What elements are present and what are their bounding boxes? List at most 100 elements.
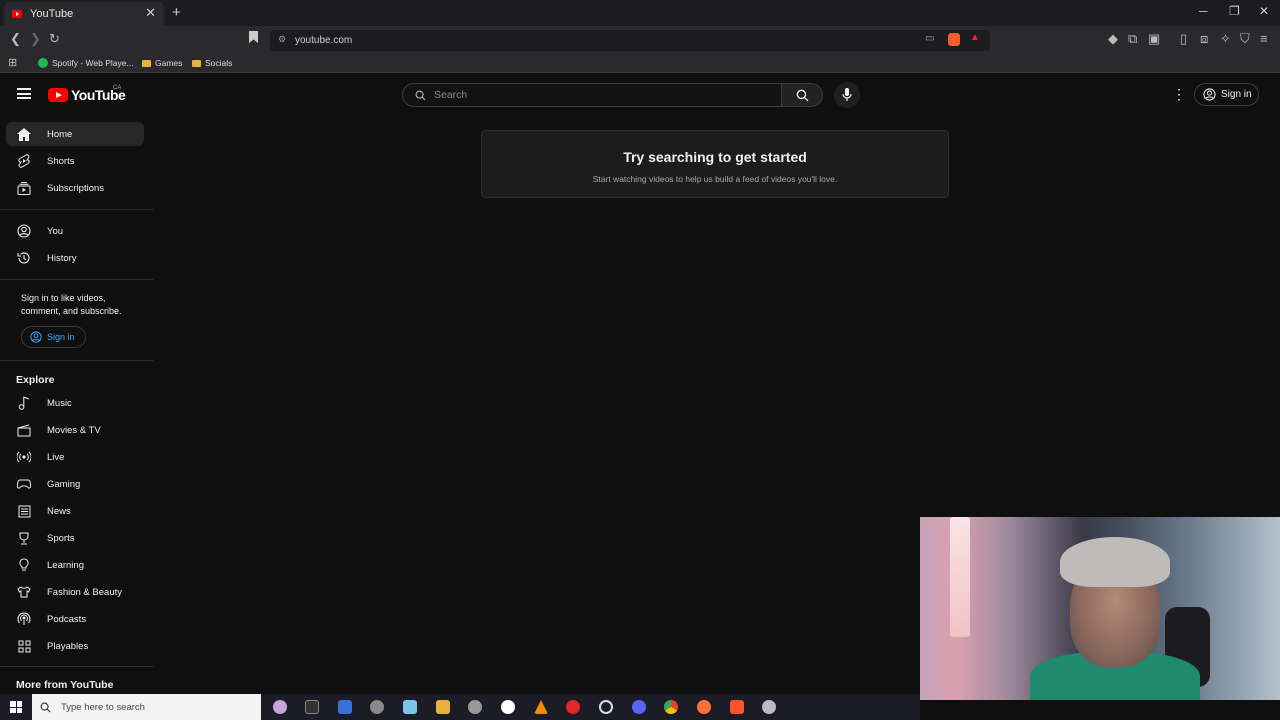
back-icon[interactable]: ❮ [10, 31, 21, 47]
youtube-header: YouTube CA ⋮ Sign in [0, 73, 1280, 117]
terminal-icon[interactable] [305, 700, 319, 714]
vlc-icon[interactable] [534, 700, 548, 714]
sidebar-item-live[interactable]: Live [6, 445, 144, 469]
user-icon [17, 224, 31, 238]
voice-search-button[interactable] [834, 82, 860, 108]
music-icon [17, 396, 31, 410]
search-button[interactable] [781, 83, 823, 107]
sign-in-prompt: Sign in to like videos, comment, and sub… [21, 293, 122, 316]
account-icon [1203, 88, 1216, 101]
url-text: youtube.com [295, 35, 353, 46]
minimize-icon[interactable]: ─ [1199, 4, 1208, 18]
sidebar: Home Shorts Subscriptions You History Si… [0, 117, 153, 700]
history-icon [17, 251, 31, 265]
chrome-icon[interactable] [664, 700, 678, 714]
taskbar-app-icon[interactable] [370, 700, 384, 714]
taskbar-app-icon[interactable] [566, 700, 580, 714]
wallet-icon[interactable]: ▣ [1148, 31, 1160, 47]
sidebar-item-shorts[interactable]: Shorts [6, 149, 144, 173]
search-input[interactable] [434, 89, 754, 101]
browser-tab[interactable]: YouTube ✕ [4, 2, 164, 26]
vpn-icon[interactable]: ⛉ [1240, 31, 1250, 47]
webcam-lamp [950, 517, 970, 637]
sidebar-toggle-icon[interactable]: ▯ [1180, 31, 1187, 47]
taskbar-app-icon[interactable] [403, 700, 417, 714]
sidebar-item-sports[interactable]: Sports [6, 526, 144, 550]
discord-icon[interactable] [632, 700, 646, 714]
obs-icon[interactable] [599, 700, 613, 714]
learning-icon [17, 558, 31, 572]
close-tab-icon[interactable]: ✕ [145, 5, 156, 21]
sidebar-item-news[interactable]: News [6, 499, 144, 523]
apps-grid-icon[interactable]: ⊞ [8, 56, 17, 69]
sign-in-button[interactable]: Sign in [1194, 83, 1259, 106]
taskbar-app-icon[interactable] [501, 700, 515, 714]
brave-icon[interactable] [730, 700, 744, 714]
taskbar-app-icon[interactable] [762, 700, 776, 714]
news-icon [17, 504, 31, 518]
close-window-icon[interactable]: ✕ [1259, 4, 1269, 18]
hamburger-menu-icon[interactable] [17, 88, 31, 99]
sidebar-item-playables[interactable]: Playables [6, 634, 144, 658]
settings-more-icon[interactable]: ⋮ [1172, 87, 1186, 101]
bookmark-socials[interactable]: Socials [192, 58, 232, 68]
sidebar-divider [0, 360, 153, 361]
sidebar-sign-in-button[interactable]: Sign in [21, 326, 86, 348]
shorts-icon [17, 154, 31, 168]
explore-heading: Explore [16, 374, 55, 386]
windows-start-icon[interactable] [10, 701, 22, 713]
cast-icon[interactable]: ▭ [925, 33, 934, 44]
spotify-icon [38, 58, 48, 68]
firefox-icon[interactable] [697, 700, 711, 714]
bookmark-icon[interactable] [249, 31, 258, 46]
bookmark-games[interactable]: Games [142, 58, 182, 68]
taskbar-search-box[interactable]: Type here to search [32, 694, 261, 720]
calculator-icon[interactable] [338, 700, 352, 714]
search-box[interactable] [402, 83, 782, 107]
webcam-person-hair [1060, 537, 1170, 587]
taskbar-app-icon[interactable] [273, 700, 287, 714]
youtube-play-icon [48, 88, 68, 102]
browser-tab-bar: YouTube ✕ + ─ ❐ ✕ [0, 0, 1280, 26]
site-info-icon[interactable]: ⚙ [278, 34, 286, 45]
browser-menu-icon[interactable]: ≡ [1260, 31, 1268, 46]
sidebar-item-podcasts[interactable]: Podcasts [6, 607, 144, 631]
microphone-icon [842, 88, 852, 101]
empty-feed-card: Try searching to get started Start watch… [481, 130, 949, 198]
sidebar-item-music[interactable]: Music [6, 391, 144, 415]
address-bar[interactable]: ⚙ youtube.com ▭ ▲ [270, 30, 990, 51]
search-icon [796, 89, 809, 102]
sidebar-item-history[interactable]: History [6, 246, 144, 270]
extension-diamond-icon[interactable]: ◆ [1108, 31, 1118, 47]
browser-toolbar: ❮ ❯ ↻ ⚙ youtube.com ▭ ▲ ◆ ⧉ ▣ ▯ ⧈ ✧ ⛉ ≡ [0, 26, 1280, 54]
bookmark-spotify[interactable]: Spotify - Web Playe... [38, 58, 134, 68]
brave-shields-icon[interactable] [948, 33, 960, 46]
sidebar-item-you[interactable]: You [6, 219, 144, 243]
sidebar-item-learning[interactable]: Learning [6, 553, 144, 577]
extensions-icon[interactable]: ⧉ [1128, 31, 1137, 47]
home-icon [17, 127, 31, 141]
fashion-icon [17, 585, 31, 599]
tabs-icon[interactable]: ⧈ [1200, 31, 1208, 47]
sidebar-item-gaming[interactable]: Gaming [6, 472, 144, 496]
sidebar-divider [0, 209, 153, 210]
leo-ai-icon[interactable]: ✧ [1220, 31, 1231, 47]
restore-icon[interactable]: ❐ [1229, 4, 1240, 18]
brave-rewards-icon[interactable]: ▲ [970, 32, 980, 43]
reload-icon[interactable]: ↻ [49, 31, 60, 47]
file-explorer-icon[interactable] [436, 700, 450, 714]
sidebar-item-home[interactable]: Home [6, 122, 144, 146]
bookmarks-bar: ⊞ Spotify - Web Playe... Games Socials [0, 54, 1280, 73]
new-tab-icon[interactable]: + [172, 4, 181, 21]
sports-icon [17, 531, 31, 545]
folder-icon [192, 59, 201, 67]
taskbar-app-icon[interactable] [468, 700, 482, 714]
sidebar-item-movies[interactable]: Movies & TV [6, 418, 144, 442]
windows-taskbar: Type here to search [0, 694, 920, 720]
sidebar-divider [0, 666, 153, 667]
forward-icon[interactable]: ❯ [30, 31, 41, 47]
sidebar-item-fashion[interactable]: Fashion & Beauty [6, 580, 144, 604]
sidebar-item-subscriptions[interactable]: Subscriptions [6, 176, 144, 200]
empty-feed-title: Try searching to get started [623, 149, 807, 165]
movies-icon [17, 423, 31, 437]
